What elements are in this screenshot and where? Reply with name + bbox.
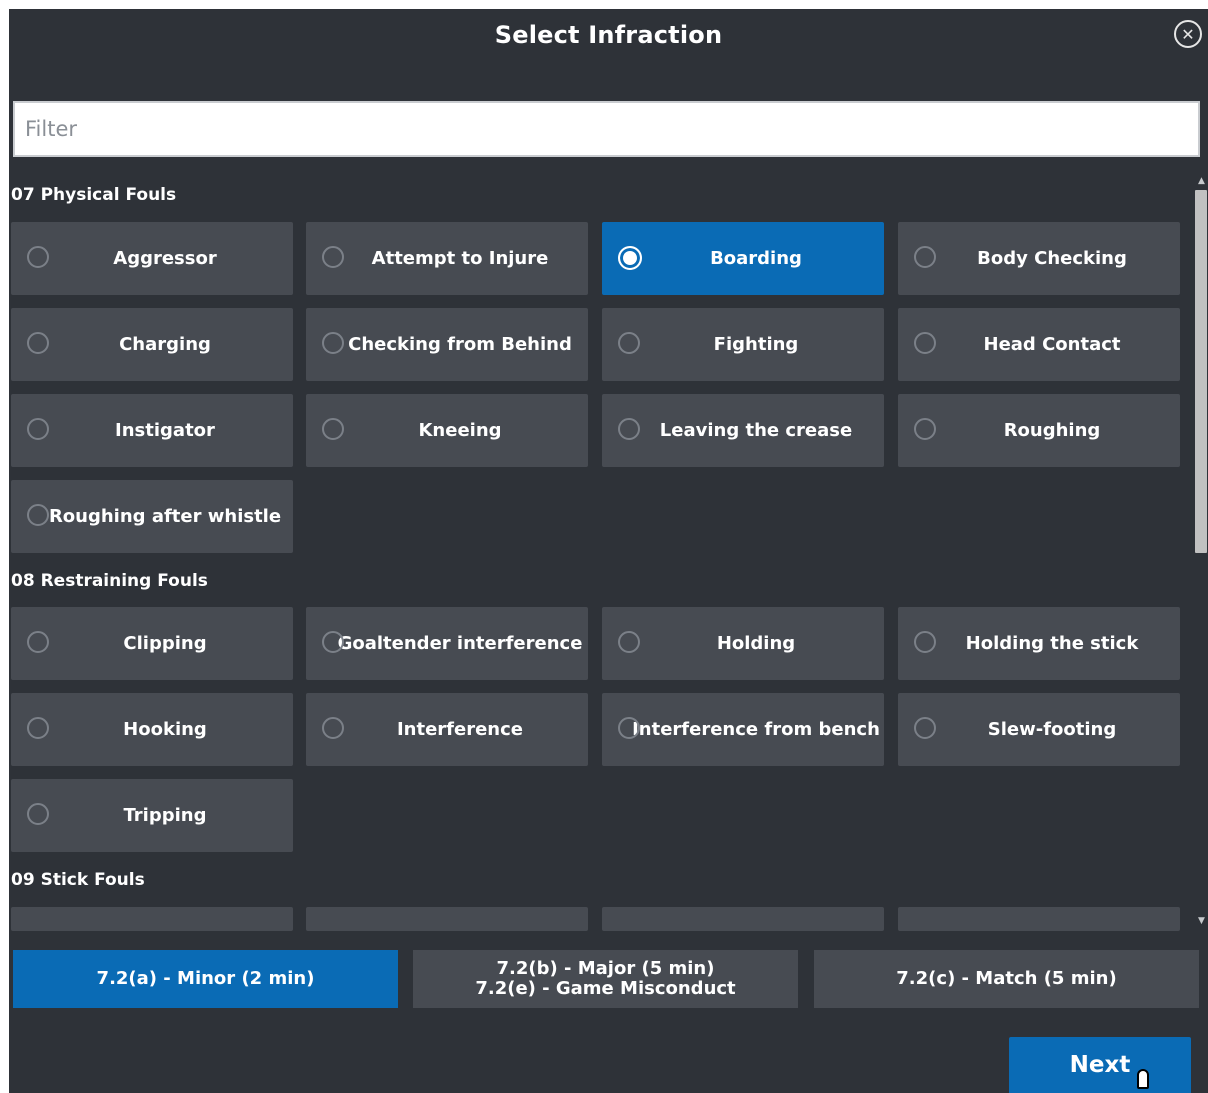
- next-button[interactable]: Next: [1009, 1037, 1191, 1093]
- option-label: Holding the stick: [965, 633, 1139, 654]
- close-icon: ✕: [1181, 24, 1195, 44]
- radio-selected-icon[interactable]: [618, 246, 642, 270]
- radio-icon[interactable]: [27, 418, 49, 440]
- option-label: Interference: [396, 719, 524, 740]
- radio-icon[interactable]: [914, 246, 936, 268]
- option-kneeing[interactable]: Kneeing: [306, 394, 588, 467]
- radio-icon[interactable]: [914, 332, 936, 354]
- option-goaltender-interference[interactable]: Goaltender interference: [306, 607, 588, 680]
- option-holding[interactable]: Holding: [602, 607, 884, 680]
- category-label: 08 Restraining Fouls: [11, 571, 208, 591]
- severity-label: 7.2(c) - Match (5 min): [896, 968, 1117, 989]
- option-label: Roughing after whistle: [48, 506, 282, 527]
- radio-icon[interactable]: [27, 504, 49, 526]
- radio-icon[interactable]: [618, 717, 640, 739]
- option-interference[interactable]: Interference: [306, 693, 588, 766]
- scroll-down-arrow-icon[interactable]: ▼: [1195, 914, 1208, 928]
- option-holding-the-stick[interactable]: Holding the stick: [898, 607, 1180, 680]
- option-label: Checking from Behind: [348, 334, 572, 355]
- filter-input[interactable]: [13, 101, 1200, 157]
- option-label: Hooking: [123, 719, 207, 740]
- option-checking-from-behind[interactable]: Checking from Behind: [306, 308, 588, 381]
- radio-icon[interactable]: [27, 332, 49, 354]
- radio-icon[interactable]: [27, 803, 49, 825]
- category-label: 09 Stick Fouls: [11, 870, 145, 890]
- radio-icon[interactable]: [914, 717, 936, 739]
- option-label: Aggressor: [113, 248, 217, 269]
- option-label: Charging: [119, 334, 211, 355]
- category-label: 07 Physical Fouls: [11, 185, 177, 205]
- option-partial[interactable]: [11, 907, 293, 931]
- option-label: Interference from bench: [632, 719, 880, 740]
- option-roughing[interactable]: Roughing: [898, 394, 1180, 467]
- option-interference-from-bench[interactable]: Interference from bench: [602, 693, 884, 766]
- radio-icon[interactable]: [27, 631, 49, 653]
- radio-icon[interactable]: [322, 418, 344, 440]
- option-label: Instigator: [115, 420, 215, 441]
- option-partial[interactable]: [306, 907, 588, 931]
- radio-icon[interactable]: [27, 717, 49, 739]
- option-label: Roughing: [1003, 420, 1101, 441]
- option-label: Tripping: [123, 805, 207, 826]
- option-label: Clipping: [123, 633, 207, 654]
- option-label: Attempt to Injure: [371, 248, 549, 269]
- radio-icon[interactable]: [322, 332, 344, 354]
- severity-match-button[interactable]: 7.2(c) - Match (5 min): [814, 950, 1199, 1008]
- option-partial[interactable]: [602, 907, 884, 931]
- option-label: Goaltender interference: [337, 633, 583, 654]
- infraction-list[interactable]: 07 Physical Fouls Aggressor Attempt to I…: [9, 172, 1193, 931]
- next-label: Next: [1069, 1052, 1131, 1078]
- option-boarding[interactable]: Boarding: [602, 222, 884, 295]
- severity-label: 7.2(a) - Minor (2 min): [96, 968, 315, 989]
- option-label: Holding: [716, 633, 796, 654]
- severity-label-secondary: 7.2(e) - Game Misconduct: [475, 978, 736, 999]
- scrollbar-thumb[interactable]: [1195, 190, 1207, 553]
- option-body-checking[interactable]: Body Checking: [898, 222, 1180, 295]
- radio-icon[interactable]: [914, 418, 936, 440]
- radio-icon[interactable]: [618, 631, 640, 653]
- option-label: Body Checking: [977, 248, 1127, 269]
- radio-icon[interactable]: [618, 332, 640, 354]
- option-slew-footing[interactable]: Slew-footing: [898, 693, 1180, 766]
- option-label: Fighting: [713, 334, 799, 355]
- option-roughing-after-whistle[interactable]: Roughing after whistle: [11, 480, 293, 553]
- option-clipping[interactable]: Clipping: [11, 607, 293, 680]
- radio-icon[interactable]: [322, 631, 344, 653]
- option-instigator[interactable]: Instigator: [11, 394, 293, 467]
- option-label: Leaving the crease: [659, 420, 853, 441]
- select-infraction-dialog: Select Infraction ✕ 07 Physical Fouls Ag…: [9, 9, 1208, 1093]
- option-charging[interactable]: Charging: [11, 308, 293, 381]
- option-aggressor[interactable]: Aggressor: [11, 222, 293, 295]
- radio-icon[interactable]: [27, 246, 49, 268]
- option-partial[interactable]: [898, 907, 1180, 931]
- radio-icon[interactable]: [914, 631, 936, 653]
- radio-icon[interactable]: [618, 418, 640, 440]
- severity-label: 7.2(b) - Major (5 min): [496, 958, 715, 979]
- option-tripping[interactable]: Tripping: [11, 779, 293, 852]
- option-label: Kneeing: [418, 420, 502, 441]
- radio-icon[interactable]: [322, 717, 344, 739]
- option-attempt-to-injure[interactable]: Attempt to Injure: [306, 222, 588, 295]
- scroll-up-arrow-icon[interactable]: ▲: [1195, 174, 1208, 188]
- dialog-title: Select Infraction: [494, 21, 723, 49]
- option-fighting[interactable]: Fighting: [602, 308, 884, 381]
- severity-minor-button[interactable]: 7.2(a) - Minor (2 min): [13, 950, 398, 1008]
- option-label: Head Contact: [983, 334, 1121, 355]
- severity-major-button[interactable]: 7.2(b) - Major (5 min) 7.2(e) - Game Mis…: [413, 950, 798, 1008]
- option-leaving-the-crease[interactable]: Leaving the crease: [602, 394, 884, 467]
- hand-cursor-icon: [1137, 1069, 1149, 1089]
- close-button[interactable]: ✕: [1174, 20, 1202, 48]
- option-label: Boarding: [710, 248, 802, 269]
- option-hooking[interactable]: Hooking: [11, 693, 293, 766]
- option-head-contact[interactable]: Head Contact: [898, 308, 1180, 381]
- radio-icon[interactable]: [322, 246, 344, 268]
- option-label: Slew-footing: [987, 719, 1117, 740]
